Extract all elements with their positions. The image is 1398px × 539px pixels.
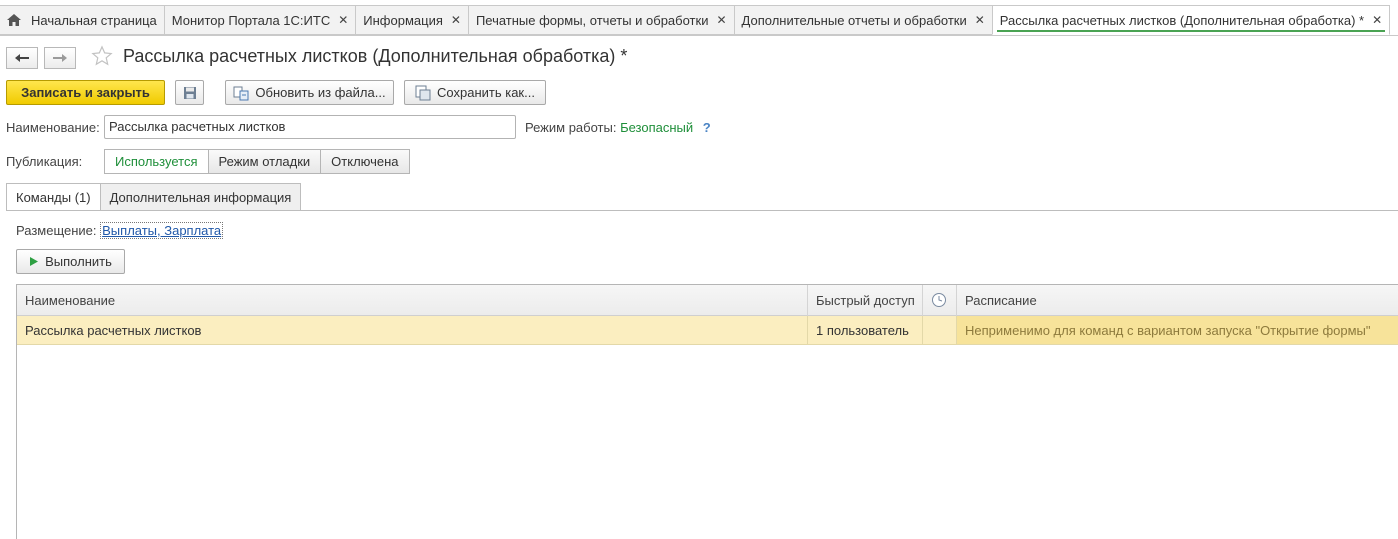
- cell-quick-access[interactable]: 1 пользователь: [808, 316, 922, 344]
- column-header-schedule[interactable]: Расписание: [957, 285, 1398, 315]
- window-tab-bar: Начальная страница Монитор Портала 1С:ИТ…: [0, 0, 1398, 37]
- name-label: Наименование:: [6, 120, 100, 135]
- commands-table: Наименование Быстрый доступ Расписание Р…: [16, 284, 1398, 539]
- tab-label: Начальная страница: [31, 12, 157, 28]
- form-tabs: Команды (1) Дополнительная информация: [6, 183, 302, 211]
- tab-additional-reports[interactable]: Дополнительные отчеты и обработки ✕: [733, 5, 993, 35]
- tab-commands[interactable]: Команды (1): [6, 183, 101, 211]
- tab-additional-info[interactable]: Дополнительная информация: [99, 183, 302, 211]
- tab-label: Монитор Портала 1С:ИТС: [171, 12, 331, 28]
- save-as-button[interactable]: Сохранить как...: [404, 80, 546, 105]
- form-tabs-divider: [6, 210, 1398, 211]
- column-header-quick-access[interactable]: Быстрый доступ: [808, 285, 922, 315]
- arrow-right-icon: [53, 54, 67, 62]
- save-and-close-button[interactable]: Записать и закрыть: [6, 80, 165, 105]
- update-from-file-label: Обновить из файла...: [255, 85, 386, 100]
- tab-portal-monitor[interactable]: Монитор Портала 1С:ИТС ✕: [163, 5, 357, 35]
- publication-option-disabled[interactable]: Отключена: [320, 149, 410, 174]
- arrow-left-icon: [15, 54, 29, 62]
- tab-home[interactable]: Начальная страница: [0, 5, 165, 35]
- close-icon[interactable]: ✕: [975, 13, 985, 27]
- placement-link[interactable]: Выплаты, Зарплата: [100, 222, 224, 239]
- tab-payslip-mailing[interactable]: Рассылка расчетных листков (Дополнительн…: [991, 5, 1391, 35]
- tab-label: Информация: [363, 12, 443, 28]
- play-icon: [29, 256, 39, 267]
- update-from-file-button[interactable]: Обновить из файла...: [225, 80, 394, 105]
- run-button[interactable]: Выполнить: [16, 249, 125, 274]
- clock-icon: [932, 293, 946, 307]
- forward-button[interactable]: [44, 47, 76, 69]
- help-icon[interactable]: ?: [703, 120, 711, 135]
- tab-label: Дополнительные отчеты и обработки: [741, 12, 967, 28]
- back-button[interactable]: [6, 47, 38, 69]
- table-header: Наименование Быстрый доступ Расписание: [17, 285, 1398, 316]
- publication-radio-group: Используется Режим отладки Отключена: [104, 149, 410, 174]
- column-header-schedule-icon[interactable]: [923, 285, 956, 315]
- mode-row: Режим работы: Безопасный ?: [525, 120, 711, 135]
- close-icon[interactable]: ✕: [451, 13, 461, 27]
- floppy-disk-icon: [183, 86, 196, 99]
- tab-label: Рассылка расчетных листков (Дополнительн…: [999, 12, 1365, 28]
- placement-label: Размещение:: [16, 223, 97, 238]
- tab-information[interactable]: Информация ✕: [355, 5, 469, 35]
- cell-command-name: Рассылка расчетных листков: [25, 322, 202, 338]
- home-icon: [6, 13, 22, 27]
- placement-row: Размещение: Выплаты, Зарплата: [16, 222, 224, 239]
- file-update-icon: [233, 85, 249, 101]
- publication-label: Публикация:: [6, 154, 83, 169]
- page-title: Рассылка расчетных листков (Дополнительн…: [123, 46, 628, 66]
- name-input[interactable]: Рассылка расчетных листков: [104, 115, 516, 139]
- save-as-label: Сохранить как...: [437, 85, 535, 100]
- publication-option-debug[interactable]: Режим отладки: [207, 149, 322, 174]
- table-row[interactable]: Рассылка расчетных листков 1 пользовател…: [17, 316, 1398, 345]
- publication-option-used[interactable]: Используется: [104, 149, 209, 174]
- favorite-star-icon[interactable]: [90, 45, 114, 69]
- run-button-label: Выполнить: [45, 254, 112, 269]
- save-as-icon: [415, 85, 431, 101]
- tab-bar-divider: [0, 35, 1398, 36]
- mode-value: Безопасный: [620, 120, 694, 135]
- mode-label: Режим работы:: [525, 120, 617, 135]
- cell-schedule[interactable]: Неприменимо для команд с вариантом запус…: [957, 316, 1398, 344]
- save-button[interactable]: [175, 80, 204, 105]
- tab-print-forms[interactable]: Печатные формы, отчеты и обработки ✕: [467, 5, 735, 35]
- tab-label: Печатные формы, отчеты и обработки: [475, 12, 709, 28]
- column-header-name[interactable]: Наименование: [17, 285, 807, 315]
- close-icon[interactable]: ✕: [338, 13, 348, 27]
- close-icon[interactable]: ✕: [716, 13, 726, 27]
- cell-schedule-flag[interactable]: [923, 316, 956, 344]
- close-icon[interactable]: ✕: [1372, 13, 1382, 27]
